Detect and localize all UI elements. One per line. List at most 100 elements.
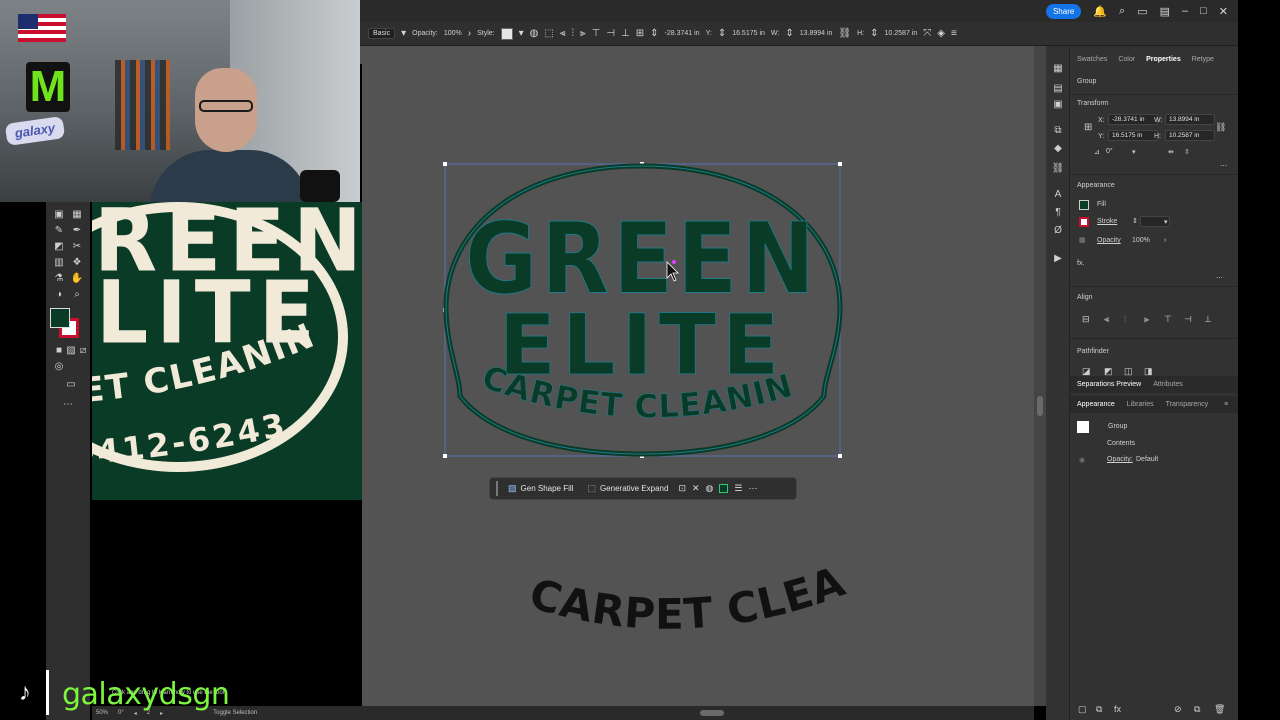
transform-icon[interactable]: ⤧ [923,28,931,39]
chevron-down-icon[interactable]: ▾ [401,28,406,39]
generative-expand-button[interactable]: ⬚ Generative Expand [583,481,672,496]
brush-preset-field[interactable]: Basic [368,28,396,39]
pen-tool-icon[interactable]: ✒ [70,224,84,238]
layers-stack-icon[interactable]: ◆ [1051,142,1065,156]
isolate-icon[interactable]: ◈ [937,28,945,39]
align-to-icon[interactable]: ⊟ [1082,314,1090,325]
panel-menu-icon[interactable]: ≡ [1224,401,1228,408]
stroke-weight-stepper[interactable]: ⇕ [1132,217,1138,225]
align-middle-icon[interactable]: ⊣ [606,28,615,39]
glyphs-icon[interactable]: Ø [1051,224,1065,238]
stepper-icon[interactable]: ⇕ [650,28,658,39]
clear-appearance-icon[interactable]: ⊘ [1174,704,1182,715]
task-bar-grip[interactable] [496,481,498,496]
align-right-icon[interactable]: ⫸ [1144,314,1149,325]
tab-transparency[interactable]: Transparency [1166,401,1209,408]
pencil-tool-icon[interactable]: ✎ [52,224,66,238]
gen-shape-fill-button[interactable]: ▨ Gen Shape Fill [504,481,577,496]
tab-properties[interactable]: Properties [1146,56,1181,63]
arrange-documents-icon[interactable]: ▭ [1137,5,1147,18]
handle-bottom-left[interactable] [443,454,447,458]
libraries-icon[interactable]: ▦ [1051,62,1065,76]
reference-point-icon[interactable]: ⊞ [636,28,644,39]
w-field[interactable]: 13.8994 in [800,30,833,37]
hand-tool-icon[interactable]: ✋ [70,272,84,286]
artboard-canvas[interactable]: GREEN ELITE CARPET CLEANING CARPET CLEAN… [362,46,1034,706]
transform-again-icon[interactable]: ⬚ [544,28,553,39]
opacity-value[interactable]: 100% [1132,237,1150,244]
stroke-swatch[interactable] [1079,217,1089,227]
chevron-down-icon[interactable]: ▾ [519,28,524,39]
more-options-icon[interactable]: ⋯ [748,483,757,494]
actions-play-icon[interactable]: ▶ [1051,252,1065,266]
rotate-field[interactable]: 0° [1106,148,1113,155]
align-bottom-icon[interactable]: ⊥ [621,28,630,39]
stepper-icon[interactable]: ⇕ [718,28,726,39]
none-mode-icon[interactable]: ⧄ [76,344,90,358]
tab-libraries[interactable]: Libraries [1127,401,1154,408]
tab-separations-preview[interactable]: Separations Preview [1077,381,1141,388]
stepper-icon[interactable]: ⇕ [870,28,878,39]
fx-icon[interactable]: fx [1114,704,1121,714]
artboards-icon[interactable]: ▣ [1051,98,1065,112]
reference-point-icon[interactable]: ⊞ [1084,122,1092,133]
scissors-tool-icon[interactable]: ✂ [70,240,84,254]
align-vcenter-icon[interactable]: ⊣ [1184,314,1192,325]
tab-appearance[interactable]: Appearance [1077,401,1115,408]
align-left-icon[interactable]: ⫷ [1104,314,1109,325]
handle-bottom-right[interactable] [838,454,842,458]
paragraph-icon[interactable]: ¶ [1051,206,1065,220]
flip-horizontal-icon[interactable]: ⇹ [1168,148,1174,156]
align-right-icon[interactable]: ⫸ [580,28,586,39]
align-left-icon[interactable]: ⫷ [560,28,566,39]
align-bottom-icon[interactable]: ⊥ [1204,314,1212,325]
links-icon[interactable]: ⧉ [1051,124,1065,138]
tab-retype[interactable]: Retype [1192,56,1214,63]
eyedropper-tool-icon[interactable]: ⚗ [52,272,66,286]
link-proportions-icon[interactable]: ⛓ [838,28,851,39]
h-field[interactable]: 10.2587 in [885,30,918,37]
align-options-icon[interactable]: ☰ [734,483,742,494]
chevron-down-icon[interactable]: ▾ [1132,148,1136,156]
search-icon[interactable]: ⌕ [1119,5,1125,18]
ungroup-icon[interactable]: ✕ [692,483,700,494]
tab-swatches[interactable]: Swatches [1077,56,1107,63]
align-hcenter-icon[interactable]: ⫶ [1124,314,1126,325]
draw-mode-icon[interactable]: ◎ [52,360,66,374]
slice-tool-icon[interactable]: ▦ [70,208,84,222]
zoom-tool-icon[interactable]: ⌕ [70,288,84,302]
artboard-tool-icon[interactable]: ▣ [52,208,66,222]
chevron-down-icon[interactable]: ▾ [1164,218,1168,226]
scrollbar-thumb[interactable] [1037,396,1043,416]
opacity-label[interactable]: Opacity [1097,237,1121,244]
chain-icon[interactable]: ⛓ [1051,162,1065,176]
fill-color-chip[interactable] [719,484,729,493]
appearance-opacity-label[interactable]: Opacity: [1107,456,1133,463]
align-top-icon[interactable]: ⊤ [1164,314,1172,325]
recolor-icon[interactable]: ◍ [530,28,539,39]
close-icon[interactable]: ✕ [1219,5,1228,18]
opacity-value[interactable]: 100% [444,30,462,37]
y-field[interactable]: 16.5175 in [732,30,765,37]
isolate-group-icon[interactable]: ⊡ [678,483,686,494]
tab-color[interactable]: Color [1118,56,1135,63]
w-field[interactable]: 13.8994 in [1165,114,1215,125]
new-item-icon[interactable]: ▢ [1078,704,1087,715]
chevron-right-icon[interactable]: › [1164,237,1166,244]
stepper-icon[interactable]: ⇕ [785,28,793,39]
character-icon[interactable]: A [1051,188,1065,202]
more-tools-icon[interactable]: ⋯ [61,398,75,412]
edit-toolbar-icon[interactable]: ≡ [951,28,957,39]
maximize-icon[interactable]: □ [1200,5,1207,17]
chevron-right-icon[interactable]: › [468,28,471,39]
minimize-icon[interactable]: – [1182,5,1188,17]
canvas-horizontal-scrollbar[interactable] [700,710,724,716]
blend-tool-icon[interactable]: ◑ [52,288,66,302]
x-field[interactable]: -28.3741 in [1108,114,1158,125]
tab-attributes[interactable]: Attributes [1153,381,1183,388]
symbol-tool-icon[interactable]: ❖ [70,256,84,270]
screen-mode-icon[interactable]: ▭ [64,378,78,392]
x-field[interactable]: -28.3741 in [665,30,700,37]
align-center-icon[interactable]: ⫶ [571,28,574,39]
layers-icon[interactable]: ▤ [1051,82,1065,96]
